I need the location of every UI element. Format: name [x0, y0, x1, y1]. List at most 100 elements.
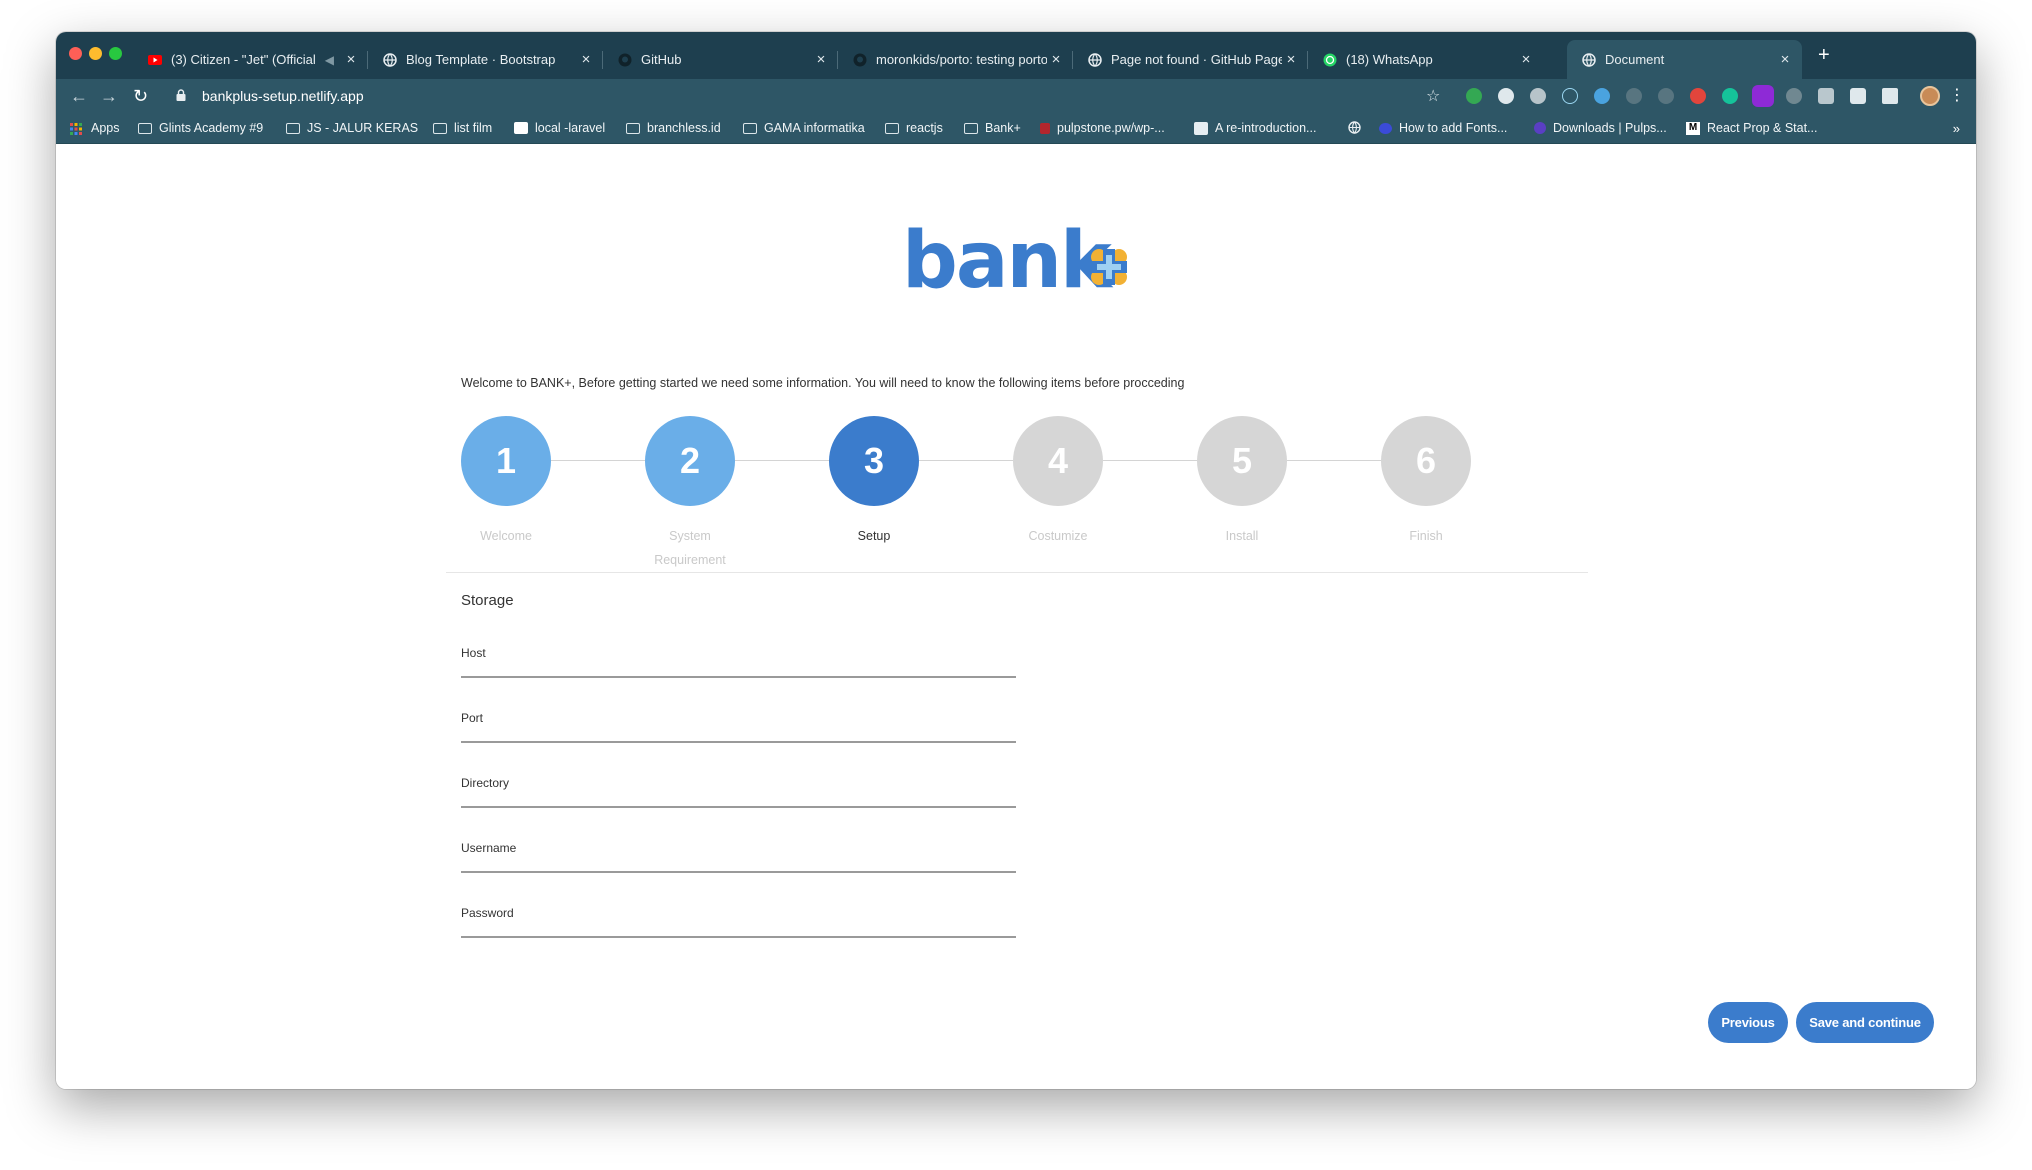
bookmark-pulpstone[interactable]: pulpstone.pw/wp-...: [1040, 121, 1165, 135]
maximize-window-button[interactable]: [109, 47, 122, 60]
bookmark-react-prop[interactable]: M React Prop & Stat...: [1686, 121, 1817, 135]
grammarly-icon[interactable]: [1722, 88, 1738, 104]
port-input[interactable]: [461, 727, 1016, 747]
password-field: Password: [461, 906, 1016, 942]
bookmark-star-icon[interactable]: ☆: [1426, 86, 1440, 106]
address-bar[interactable]: bankplus-setup.netlify.app: [168, 82, 1543, 110]
browser-window: (3) Citizen - "Jet" (Official ◀︎ × Blog …: [56, 32, 1976, 1089]
step-1-circle[interactable]: 1: [461, 416, 551, 506]
toolbar: ← → ↻ bankplus-setup.netlify.app ☆ ⋮: [56, 79, 1976, 113]
tab-close-icon[interactable]: ×: [342, 51, 360, 68]
username-label: Username: [461, 841, 517, 855]
more-bookmarks-icon[interactable]: »: [1953, 121, 1960, 136]
password-input[interactable]: [461, 922, 1016, 942]
tab-github[interactable]: GitHub ×: [603, 40, 838, 79]
step-4-label: Costumize: [1028, 529, 1088, 543]
site-icon: [1534, 122, 1546, 134]
step-4-circle[interactable]: 4: [1013, 416, 1103, 506]
tab-strip: (3) Citizen - "Jet" (Official ◀︎ × Blog …: [56, 32, 1976, 79]
speaker-icon[interactable]: ◀︎: [325, 53, 334, 67]
username-input[interactable]: [461, 857, 1016, 877]
bookmark-bankplus[interactable]: Bank+: [964, 121, 1021, 135]
bookmark-gama[interactable]: GAMA informatika: [743, 121, 865, 135]
apps-grid-icon: [70, 122, 84, 135]
host-input[interactable]: [461, 662, 1016, 682]
tab-close-icon[interactable]: ×: [1282, 51, 1300, 68]
bookmark-branchless[interactable]: branchless.id: [626, 121, 721, 135]
tab-close-icon[interactable]: ×: [1776, 51, 1794, 68]
profile-avatar[interactable]: [1920, 86, 1940, 106]
username-field: Username: [461, 841, 1016, 877]
folder-icon: [885, 122, 899, 134]
tab-close-icon[interactable]: ×: [812, 51, 830, 68]
step-5-circle[interactable]: 5: [1197, 416, 1287, 506]
host-label: Host: [461, 646, 486, 660]
logo-plus-icon: [1091, 249, 1127, 285]
site-icon: [1194, 121, 1208, 135]
extension-wave-icon[interactable]: [1626, 88, 1642, 104]
step-connector: [1103, 460, 1197, 461]
tab-close-icon[interactable]: ×: [1047, 51, 1065, 68]
step-6-circle[interactable]: 6: [1381, 416, 1471, 506]
tab-close-icon[interactable]: ×: [577, 51, 595, 68]
extension-circle-icon[interactable]: [1498, 88, 1514, 104]
step-connector: [551, 460, 645, 461]
forward-icon[interactable]: →: [100, 85, 118, 107]
tab-whatsapp[interactable]: (18) WhatsApp ×: [1308, 40, 1543, 79]
bookmark-globe[interactable]: [1348, 121, 1369, 134]
menu-kebab-icon[interactable]: ⋮: [1949, 85, 1965, 105]
storage-section-title: Storage: [461, 592, 514, 609]
tab-title: GitHub: [641, 52, 682, 67]
extension-moon-icon[interactable]: [1658, 88, 1674, 104]
step-connector: [735, 460, 829, 461]
site-icon: [1379, 122, 1392, 134]
step-5-label: Install: [1225, 529, 1259, 543]
tab-close-icon[interactable]: ×: [1517, 51, 1535, 68]
extensions-puzzle-icon[interactable]: [1850, 88, 1866, 104]
bookmark-downloads[interactable]: Downloads | Pulps...: [1534, 121, 1667, 135]
extension-green-icon[interactable]: [1466, 88, 1482, 104]
bookmark-js[interactable]: JS - JALUR KERAS: [286, 121, 418, 135]
step-3-circle[interactable]: 3: [829, 416, 919, 506]
extension-gear-icon[interactable]: [1530, 88, 1546, 104]
directory-input[interactable]: [461, 792, 1016, 812]
globe-icon: [1348, 121, 1362, 134]
whatsapp-icon: [1322, 52, 1337, 67]
extension-red-icon[interactable]: [1690, 88, 1706, 104]
extension-pen-icon[interactable]: [1786, 88, 1802, 104]
react-devtools-icon[interactable]: [1562, 88, 1578, 104]
save-and-continue-button[interactable]: Save and continue: [1796, 1002, 1934, 1043]
tab-title: (18) WhatsApp: [1346, 52, 1433, 67]
bookmark-reintroduction[interactable]: A re-introduction...: [1194, 121, 1316, 135]
tab-document[interactable]: Document ×: [1567, 40, 1802, 79]
extension-card-icon[interactable]: [1818, 88, 1834, 104]
step-2-circle[interactable]: 2: [645, 416, 735, 506]
extension-blue-icon[interactable]: [1594, 88, 1610, 104]
folder-icon: [286, 122, 300, 134]
tab-title: Page not found · GitHub Pages: [1111, 52, 1282, 67]
lock-icon[interactable]: [176, 88, 190, 104]
previous-button[interactable]: Previous: [1708, 1002, 1788, 1043]
bookmarks-bar: Apps Glints Academy #9 JS - JALUR KERAS …: [56, 113, 1976, 144]
back-icon[interactable]: ←: [70, 85, 88, 107]
bookmark-fonts[interactable]: How to add Fonts...: [1379, 121, 1507, 135]
close-window-button[interactable]: [69, 47, 82, 60]
extension-purple-icon[interactable]: [1752, 85, 1774, 107]
bankplus-logo: bank: [902, 216, 1112, 306]
bookmark-reactjs[interactable]: reactjs: [885, 121, 943, 135]
reading-list-icon[interactable]: [1882, 88, 1898, 104]
new-tab-button[interactable]: +: [1818, 45, 1830, 65]
bookmark-local-laravel[interactable]: local -laravel: [514, 121, 605, 135]
tab-github-pages[interactable]: Page not found · GitHub Pages ×: [1073, 40, 1308, 79]
bookmark-list-film[interactable]: list film: [433, 121, 492, 135]
reload-icon[interactable]: ↻: [133, 85, 148, 107]
tab-youtube[interactable]: (3) Citizen - "Jet" (Official ◀︎ ×: [133, 40, 368, 79]
github-icon: [852, 52, 867, 67]
bookmark-apps[interactable]: Apps: [70, 121, 120, 135]
tab-porto[interactable]: moronkids/porto: testing porto ×: [838, 40, 1073, 79]
url-text: bankplus-setup.netlify.app: [202, 88, 364, 104]
minimize-window-button[interactable]: [89, 47, 102, 60]
tab-bootstrap[interactable]: Blog Template · Bootstrap ×: [368, 40, 603, 79]
step-2-label: System Requirement: [654, 529, 726, 567]
bookmark-glints[interactable]: Glints Academy #9: [138, 121, 263, 135]
